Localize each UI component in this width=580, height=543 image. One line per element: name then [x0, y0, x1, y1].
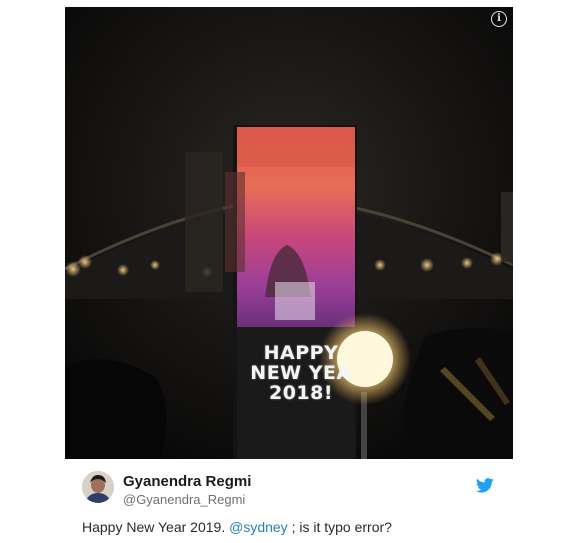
- tweet-text-after: ; is it typo error?: [287, 519, 392, 535]
- tweet-header: Gyanendra Regmi @Gyanendra_Regmi: [82, 470, 502, 510]
- projected-line-3: 2018!: [268, 382, 334, 404]
- user-avatar-icon: [82, 471, 114, 503]
- tweet-text-before: Happy New Year 2019.: [82, 519, 230, 535]
- tweet-card: i HAPPY NEW YEA 2018! Gyanendra Regmi @G…: [0, 0, 580, 543]
- twitter-bird-icon[interactable]: [476, 478, 494, 493]
- author-name[interactable]: Gyanendra Regmi: [123, 473, 251, 490]
- tweet-text: Happy New Year 2019. @sydney ; is it typ…: [82, 519, 392, 535]
- projected-line-1: HAPPY: [263, 342, 339, 364]
- projected-line-2: NEW YEA: [250, 362, 352, 384]
- projected-greeting: HAPPY NEW YEA 2018!: [241, 343, 361, 403]
- mention-link[interactable]: @sydney: [229, 519, 288, 535]
- author-handle[interactable]: @Gyanendra_Regmi: [123, 492, 245, 507]
- tweet-photo[interactable]: i HAPPY NEW YEA 2018!: [65, 7, 513, 459]
- avatar[interactable]: [82, 471, 114, 503]
- info-icon[interactable]: i: [491, 11, 507, 27]
